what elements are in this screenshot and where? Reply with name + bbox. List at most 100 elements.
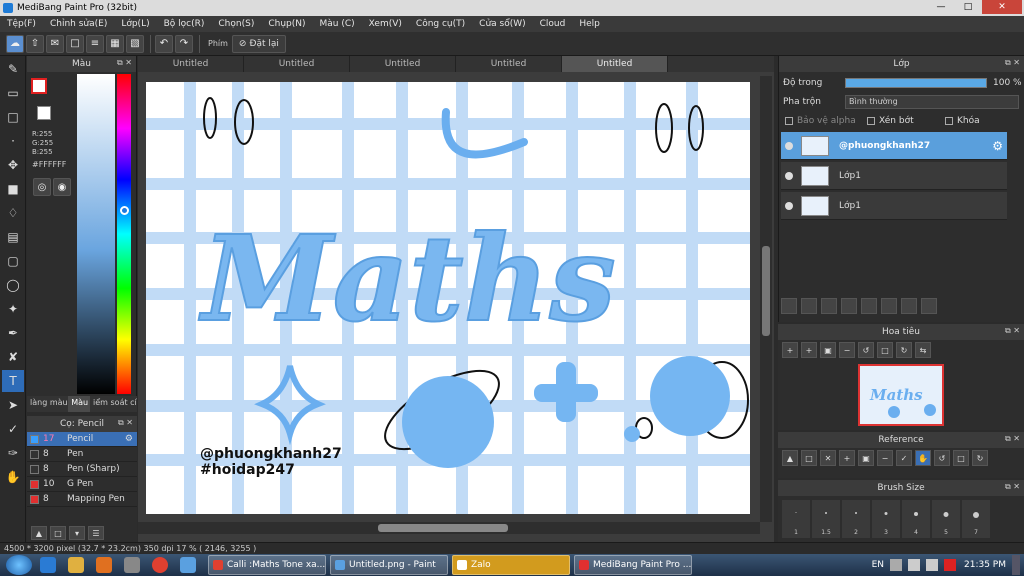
panel-float-icon[interactable]: ⧉ ✕ (1005, 326, 1020, 336)
eraser-tool-icon[interactable]: ▭ (2, 82, 24, 104)
size-preset[interactable]: 1.5 (812, 500, 840, 538)
tab-control[interactable]: iểm soát cí (90, 396, 137, 412)
magic-wand-icon[interactable]: ✦ (2, 298, 24, 320)
folder-icon[interactable]: □ (801, 450, 817, 466)
undo-icon[interactable]: ↶ (155, 34, 173, 53)
rotate-left-icon[interactable]: ↺ (934, 450, 950, 466)
layer-row[interactable]: Lớp1 (781, 192, 1007, 220)
size-preset[interactable]: 5 (932, 500, 960, 538)
new-halftone-layer-icon[interactable] (801, 298, 817, 314)
bucket-tool-icon[interactable]: ♢ (2, 202, 24, 224)
panel-float-icon[interactable]: ⧉ ✕ (1005, 434, 1020, 444)
hand-tool-icon[interactable]: ✋ (2, 466, 24, 488)
actual-size-icon[interactable]: □ (877, 342, 893, 358)
tab-palette[interactable]: làng màu (27, 396, 68, 412)
move-tool-icon[interactable]: ✥ (2, 154, 24, 176)
zoom-in-alt-icon[interactable]: + (801, 342, 817, 358)
gear-icon[interactable]: ⚙ (125, 434, 133, 444)
menu-file[interactable]: Tệp(F) (0, 19, 43, 29)
brush-item[interactable]: 8 Pen (27, 447, 137, 462)
rotate-left-icon[interactable]: ↺ (858, 342, 874, 358)
layer-row[interactable]: Lớp1 (781, 162, 1007, 190)
menu-filter[interactable]: Bộ lọc(R) (157, 19, 212, 29)
network-tray-icon[interactable] (908, 559, 920, 571)
visibility-icon[interactable] (785, 201, 793, 210)
taskbar-item[interactable]: Calli :Maths Tone xa... (208, 555, 326, 575)
menu-cloud[interactable]: Cloud (533, 19, 573, 29)
add-brush-icon[interactable]: ▲ (31, 526, 47, 540)
zoom-out-icon[interactable]: − (839, 342, 855, 358)
horizontal-scroll-thumb[interactable] (378, 524, 508, 532)
open-image-icon[interactable]: ▲ (782, 450, 798, 466)
menu-snap[interactable]: Chụp(N) (261, 19, 312, 29)
select-rect-icon[interactable]: ▢ (2, 250, 24, 272)
gear-icon[interactable]: ⚙ (992, 139, 1003, 153)
folder-icon[interactable] (861, 298, 877, 314)
layer-row-selected[interactable]: @phuongkhanh27 ⚙ (781, 132, 1007, 160)
flip-icon[interactable]: ⇆ (915, 342, 931, 358)
visibility-icon[interactable] (785, 171, 793, 180)
panel-float-icon[interactable]: ⧉ ✕ (118, 418, 133, 428)
ie-icon[interactable] (40, 557, 56, 573)
menu-help[interactable]: Help (572, 19, 607, 29)
merge-layer-icon[interactable] (901, 298, 917, 314)
brush-item[interactable]: 8 Mapping Pen (27, 492, 137, 507)
select-eraser-icon[interactable]: ✘ (2, 346, 24, 368)
fill-shape-icon[interactable]: ■ (2, 178, 24, 200)
cloud-icon[interactable]: ☁ (6, 34, 24, 53)
size-preset[interactable]: 4 (902, 500, 930, 538)
saturation-value-picker[interactable] (77, 74, 115, 394)
blend-mode-select[interactable]: Bình thường (845, 95, 1019, 109)
chrome-icon[interactable] (152, 557, 168, 573)
menu-select[interactable]: Chọn(S) (211, 19, 261, 29)
clipping-checkbox[interactable] (867, 117, 875, 125)
select-pen-icon[interactable]: ✒ (2, 322, 24, 344)
language-indicator[interactable]: EN (872, 560, 884, 570)
brush-item[interactable]: 10 G Pen (27, 477, 137, 492)
horizontal-scrollbar[interactable] (138, 522, 760, 534)
brush-item[interactable]: 17 Pencil ⚙ (27, 432, 137, 447)
pen-tool-icon[interactable]: ✑ (2, 442, 24, 464)
vietkey-icon[interactable] (944, 559, 956, 571)
media-player-icon[interactable] (96, 557, 112, 573)
comment-icon[interactable]: ✉ (46, 34, 64, 53)
start-button[interactable] (6, 555, 32, 575)
navigator-preview[interactable]: Maths (858, 364, 944, 426)
menu-edit[interactable]: Chỉnh sửa(E) (43, 19, 114, 29)
primary-color-swatch[interactable] (31, 78, 47, 94)
gradient-tool-icon[interactable]: ▤ (2, 226, 24, 248)
new-8bit-layer-icon[interactable] (821, 298, 837, 314)
drawing-canvas[interactable]: Maths @phuongkhanh27 #hoidap247 (146, 82, 750, 514)
tab-document[interactable]: Untitled (244, 56, 350, 72)
rotate-right-icon[interactable]: ↻ (972, 450, 988, 466)
brush-item[interactable]: 8 Pen (Sharp) (27, 462, 137, 477)
taskbar-item[interactable]: Untitled.png - Paint (330, 555, 448, 575)
taskbar-item[interactable]: Zalo (452, 555, 570, 575)
hand-icon[interactable]: ✋ (915, 450, 931, 466)
close-image-icon[interactable]: ✕ (820, 450, 836, 466)
menu-tools[interactable]: Công cụ(T) (409, 19, 472, 29)
dot-tool-icon[interactable]: ⋅ (2, 130, 24, 152)
size-preset[interactable]: 2 (842, 500, 870, 538)
taskbar-item[interactable]: MediBang Paint Pro ... (574, 555, 692, 575)
menu-view[interactable]: Xem(V) (362, 19, 409, 29)
menu-layer[interactable]: Lớp(L) (114, 19, 156, 29)
eyedropper-icon[interactable]: ✓ (896, 450, 912, 466)
volume-icon[interactable] (926, 559, 938, 571)
fit-icon[interactable]: ▣ (820, 342, 836, 358)
protect-alpha-checkbox[interactable] (785, 117, 793, 125)
lock-option[interactable]: Khóa (945, 116, 980, 126)
trash-icon[interactable] (921, 298, 937, 314)
panel-float-icon[interactable]: ⧉ ✕ (1005, 58, 1020, 68)
add-layer-menu-icon[interactable] (841, 298, 857, 314)
opacity-slider[interactable] (845, 78, 987, 88)
secondary-color-swatch[interactable] (37, 106, 51, 120)
menu-color[interactable]: Màu (C) (313, 19, 362, 29)
paint-icon[interactable] (180, 557, 196, 573)
share-icon[interactable]: ⇧ (26, 34, 44, 53)
size-preset[interactable]: 7 (962, 500, 990, 538)
eyedropper-tool-icon[interactable]: ✓ (2, 418, 24, 440)
visibility-icon[interactable] (785, 141, 793, 150)
text-tool-icon[interactable]: T (2, 370, 24, 392)
fit-icon[interactable]: ▣ (858, 450, 874, 466)
